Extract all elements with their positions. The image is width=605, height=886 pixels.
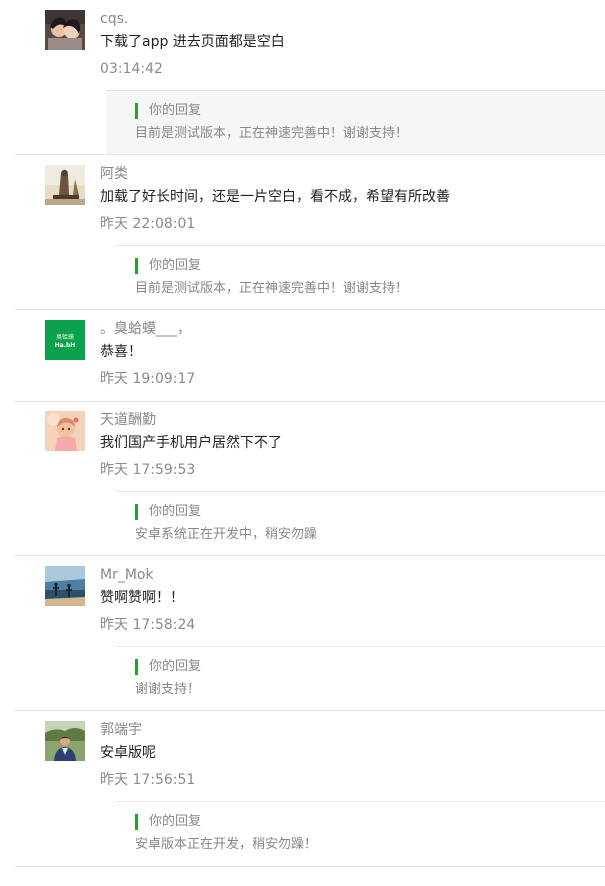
reply-text: 安卓版本正在开发，稍安勿躁！ — [135, 837, 318, 852]
comment-item: Mr_Mok 赞啊赞啊！！ 昨天 17:58:24 你的回复 谢谢支持！ — [0, 556, 605, 711]
timestamp: 03:14:42 — [100, 61, 163, 77]
avatar[interactable] — [45, 10, 85, 50]
reply-text: 安卓系统正在开发中，稍安勿躁 — [135, 527, 318, 542]
timestamp: 昨天 17:59:53 — [100, 462, 196, 478]
reply-text: 目前是测试版本，正在神速完善中！谢谢支持！ — [135, 281, 409, 296]
reply-text: 目前是测试版本，正在神速完善中！谢谢支持！ — [135, 126, 409, 141]
nickname: Mr_Mok — [100, 567, 154, 583]
divider — [15, 866, 605, 867]
reply-label: 你的回复 — [135, 504, 201, 520]
nickname: cqs. — [100, 11, 129, 27]
comment-text: 赞啊赞啊！！ — [100, 590, 184, 606]
reply-label: 你的回复 — [135, 103, 201, 119]
reply-box: 你的回复 目前是测试版本，正在神速完善中！谢谢支持！ — [115, 245, 605, 310]
green-logo-icon: 臭蛤蟆 Ha.bH — [45, 320, 85, 360]
man-photo-icon — [45, 721, 85, 761]
reply-label: 你的回复 — [135, 814, 201, 830]
reply-label: 你的回复 — [135, 258, 201, 274]
reply-box: 你的回复 目前是测试版本，正在神速完善中！谢谢支持！ — [106, 90, 605, 155]
comment-item: 臭蛤蟆 Ha.bH 。臭蛤蟆___， 恭喜！ 昨天 19:09:17 — [0, 310, 605, 401]
beach-photo-icon — [45, 566, 85, 606]
reply-box: 你的回复 安卓版本正在开发，稍安勿躁！ — [115, 801, 605, 866]
avatar[interactable] — [45, 721, 85, 761]
timestamp: 昨天 17:56:51 — [100, 772, 196, 788]
nickname: 郭端宇 — [100, 722, 142, 738]
svg-text:Ha.bH: Ha.bH — [55, 342, 76, 349]
baby-photo-icon — [45, 411, 85, 451]
reply-box: 你的回复 谢谢支持！ — [115, 646, 605, 711]
nickname: 天道酬勤 — [100, 412, 156, 428]
comment-text: 下载了app 进去页面都是空白 — [100, 34, 285, 50]
couple-photo-icon — [45, 10, 85, 50]
comment-item: 阿类 加载了好长时间，还是一片空白，看不成，希望有所改善 昨天 22:08:01… — [0, 155, 605, 310]
avatar[interactable] — [45, 566, 85, 606]
comment-text: 安卓版呢 — [100, 745, 156, 761]
avatar[interactable]: 臭蛤蟆 Ha.bH — [45, 320, 85, 360]
comment-text: 我们国产手机用户居然下不了 — [100, 435, 282, 451]
timestamp: 昨天 17:58:24 — [100, 617, 196, 633]
avatar[interactable] — [45, 165, 85, 205]
reply-label: 你的回复 — [135, 659, 201, 675]
timestamp: 昨天 19:09:17 — [100, 371, 196, 387]
statue-photo-icon — [45, 165, 85, 205]
reply-text: 谢谢支持！ — [135, 682, 201, 697]
timestamp: 昨天 22:08:01 — [100, 216, 196, 232]
comment-text: 恭喜！ — [100, 344, 142, 360]
avatar[interactable] — [45, 411, 85, 451]
comment-item: cqs. 下载了app 进去页面都是空白 03:14:42 你的回复 目前是测试… — [0, 0, 605, 155]
comment-text: 加载了好长时间，还是一片空白，看不成，希望有所改善 — [100, 189, 450, 205]
comment-item: 天道酬勤 我们国产手机用户居然下不了 昨天 17:59:53 你的回复 安卓系统… — [0, 401, 605, 556]
nickname: 。臭蛤蟆___， — [100, 321, 191, 337]
svg-text:臭蛤蟆: 臭蛤蟆 — [56, 333, 74, 341]
nickname: 阿类 — [100, 166, 128, 182]
reply-box: 你的回复 安卓系统正在开发中，稍安勿躁 — [115, 491, 605, 556]
comment-item: 郭端宇 安卓版呢 昨天 17:56:51 你的回复 安卓版本正在开发，稍安勿躁！ — [0, 711, 605, 866]
